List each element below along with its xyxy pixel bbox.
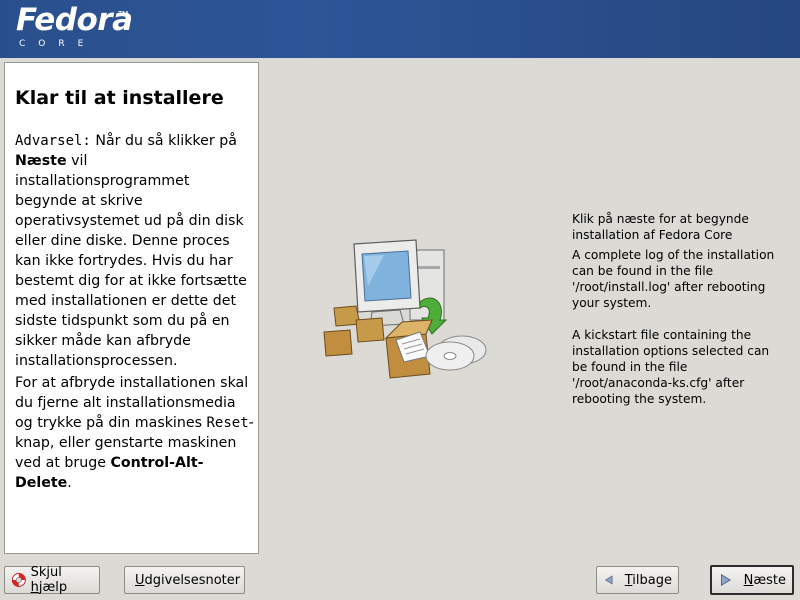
computer-install-illustration <box>323 239 487 379</box>
help-title: Klar til at installere <box>15 87 224 109</box>
lifebuoy-icon <box>11 573 26 587</box>
logo-trademark: TM <box>118 10 129 18</box>
help-panel: Klar til at installere Advarsel: Når du … <box>4 62 259 554</box>
next-label: Næste <box>743 572 786 588</box>
help-paragraph-abort: For at afbryde installationen skal du fj… <box>15 375 254 491</box>
arrow-left-icon <box>604 575 613 585</box>
info-begin-text: Klik på næste for at begynde installatio… <box>572 212 749 242</box>
release-notes-label: Udgivelsesnoter <box>135 572 241 588</box>
hide-help-button[interactable]: Skjul hjælp <box>4 565 100 595</box>
release-notes-button[interactable]: Udgivelsesnoter <box>124 566 245 594</box>
next-word: Næste <box>15 153 67 169</box>
info-panel: Klik på næste for at begynde installatio… <box>572 211 787 411</box>
back-button[interactable]: Tilbage <box>596 566 679 594</box>
arrow-right-icon <box>721 574 731 586</box>
warning-label: Advarsel: <box>15 133 91 149</box>
hide-help-label: Skjul hjælp <box>30 565 68 595</box>
reset-word: Reset <box>206 415 249 431</box>
back-label: Tilbage <box>624 572 672 588</box>
header-banner: Fedora TM CORE <box>0 0 800 58</box>
info-kickstart-text: A kickstart file containing the installa… <box>572 328 770 406</box>
next-button[interactable]: Næste <box>710 565 794 595</box>
help-paragraph-warning: Advarsel: Når du så klikker på Næste vil… <box>15 133 247 369</box>
info-log-text: A complete log of the installation can b… <box>572 248 775 310</box>
logo-core-text: CORE <box>19 39 97 49</box>
fedora-logo: Fedora <box>16 2 133 38</box>
